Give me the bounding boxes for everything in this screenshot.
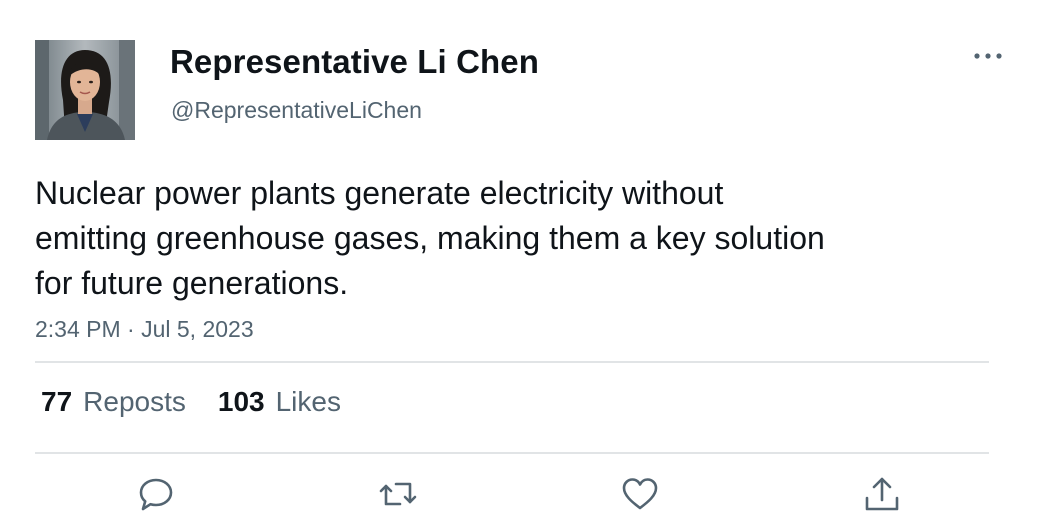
more-horizontal-icon[interactable] bbox=[972, 46, 1004, 66]
reply-bubble-icon[interactable] bbox=[136, 474, 176, 514]
avatar-photo bbox=[35, 40, 135, 140]
likes-label: Likes bbox=[275, 386, 341, 417]
tweet-text: Nuclear power plants generate electricit… bbox=[35, 175, 825, 301]
reposts-count: 77 bbox=[41, 386, 73, 417]
tweet-timestamp[interactable]: 2:34 PM · Jul 5, 2023 bbox=[35, 316, 254, 343]
likes-count: 103 bbox=[217, 386, 265, 417]
divider bbox=[35, 361, 989, 363]
author-display-name[interactable]: Representative Li Chen bbox=[170, 43, 539, 81]
avatar[interactable] bbox=[35, 40, 135, 140]
share-upload-icon[interactable] bbox=[862, 474, 902, 514]
engagement-stats: 77 Reposts 103 Likes bbox=[41, 386, 373, 418]
tweet-card: Representative Li Chen @RepresentativeLi… bbox=[0, 0, 1050, 525]
heart-icon[interactable] bbox=[620, 474, 660, 514]
likes-stat[interactable]: 103 Likes bbox=[218, 386, 341, 418]
reposts-stat[interactable]: 77 Reposts bbox=[41, 386, 186, 418]
divider bbox=[35, 452, 989, 454]
author-handle[interactable]: @RepresentativeLiChen bbox=[171, 97, 422, 124]
reposts-label: Reposts bbox=[83, 386, 186, 417]
repost-arrows-icon[interactable] bbox=[378, 474, 418, 514]
